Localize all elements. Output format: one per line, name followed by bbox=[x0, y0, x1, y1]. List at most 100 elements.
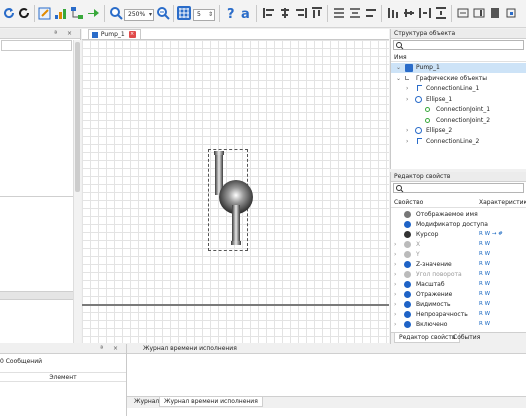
left-scrollbar[interactable] bbox=[73, 40, 81, 343]
grid-icon[interactable] bbox=[177, 6, 191, 20]
property-row[interactable]: › Y R W bbox=[391, 250, 526, 259]
close-icon[interactable]: × bbox=[128, 31, 136, 38]
tab-pump[interactable]: Pump_1 × bbox=[88, 29, 141, 39]
toolbar-separator bbox=[34, 5, 35, 22]
align-middle-icon[interactable] bbox=[402, 6, 416, 20]
panel-controls[interactable]: ª × bbox=[54, 29, 76, 39]
zoom-select[interactable]: 250% ▾ bbox=[124, 9, 154, 21]
align-bottom-icon[interactable] bbox=[386, 6, 400, 20]
property-icon bbox=[404, 301, 411, 308]
editor-canvas-area: Pump_1 × bbox=[82, 29, 389, 343]
zoom-out-icon[interactable] bbox=[156, 6, 170, 20]
tree-item[interactable]: › ConnectionLine_2 bbox=[391, 137, 526, 147]
align-right-icon[interactable] bbox=[294, 6, 308, 20]
zoom-in-icon[interactable] bbox=[109, 6, 123, 20]
tree-item[interactable]: ⌄ Pump_1 bbox=[391, 63, 526, 73]
property-search-input[interactable] bbox=[393, 183, 524, 193]
main-toolbar: 250% ▾ 5 ⇕ ? a bbox=[0, 0, 526, 28]
grid-size-select[interactable]: 5 ⇕ bbox=[193, 9, 215, 21]
network-icon[interactable] bbox=[70, 6, 84, 20]
design-grid[interactable] bbox=[82, 39, 389, 343]
property-row[interactable]: › Z-значение R W bbox=[391, 260, 526, 269]
property-row[interactable]: › Непрозрачность R W bbox=[391, 310, 526, 319]
chevron-right-icon[interactable]: › bbox=[406, 95, 408, 105]
property-row[interactable]: › Масштаб R W bbox=[391, 280, 526, 289]
property-row[interactable]: › X R W bbox=[391, 240, 526, 249]
chevron-right-icon[interactable]: › bbox=[394, 240, 396, 249]
tab-runtime-log[interactable]: Журнал времени исполнения bbox=[159, 397, 263, 407]
size-icon-2[interactable] bbox=[472, 6, 486, 20]
messages-panel: ª × 0 Сообщений Элемент bbox=[0, 344, 127, 416]
chevron-right-icon[interactable]: › bbox=[394, 310, 396, 319]
tree-item[interactable]: ConnectionJoint_1 bbox=[391, 105, 526, 115]
align-top-icon[interactable] bbox=[310, 6, 324, 20]
tree-item[interactable]: › Ellipse_2 bbox=[391, 126, 526, 136]
stepper-icon: ⇕ bbox=[207, 11, 213, 18]
toolbar-separator bbox=[451, 5, 452, 22]
left-search[interactable] bbox=[1, 40, 72, 51]
runtime-log-header: Журнал времени исполнения bbox=[127, 344, 526, 354]
group-icon[interactable] bbox=[504, 6, 518, 20]
space-h-icon[interactable] bbox=[418, 6, 432, 20]
space-v-icon[interactable] bbox=[434, 6, 448, 20]
toolbar-separator bbox=[381, 5, 382, 22]
column-property: Свойство bbox=[394, 199, 424, 206]
property-icon bbox=[404, 221, 411, 228]
save-icon[interactable] bbox=[17, 6, 31, 20]
panel-controls[interactable]: ª × bbox=[100, 344, 122, 354]
distribute-v-icon[interactable] bbox=[348, 6, 362, 20]
chevron-down-icon[interactable]: ⌄ bbox=[396, 63, 401, 73]
property-row[interactable]: Курсор R W → # bbox=[391, 230, 526, 239]
property-name: X bbox=[416, 241, 421, 248]
layer-icon[interactable] bbox=[488, 6, 502, 20]
property-name: Курсор bbox=[416, 231, 439, 238]
chevron-right-icon[interactable]: › bbox=[394, 270, 396, 279]
tab-file-icon bbox=[92, 31, 98, 38]
chevron-right-icon[interactable]: › bbox=[406, 126, 408, 136]
property-characteristics: R W bbox=[479, 291, 491, 297]
chevron-right-icon[interactable]: › bbox=[394, 260, 396, 269]
tree-item[interactable]: ⌄ Графические объекты bbox=[391, 74, 526, 84]
chevron-right-icon[interactable]: › bbox=[406, 84, 408, 94]
property-row[interactable]: Отображаемое имя bbox=[391, 210, 526, 219]
property-row[interactable]: › Видимость R W bbox=[391, 300, 526, 309]
tree-item[interactable]: ConnectionJoint_2 bbox=[391, 116, 526, 126]
pump-graphic[interactable] bbox=[206, 145, 266, 255]
chevron-down-icon[interactable]: ⌄ bbox=[396, 74, 401, 84]
property-row[interactable]: › Включено R W bbox=[391, 320, 526, 329]
edit-icon[interactable] bbox=[38, 6, 52, 20]
chevron-right-icon[interactable]: › bbox=[394, 250, 396, 259]
chevron-right-icon[interactable]: › bbox=[406, 137, 408, 147]
chevron-right-icon[interactable]: › bbox=[394, 290, 396, 299]
messages-count-label: 0 Сообщений bbox=[0, 358, 43, 365]
property-row[interactable]: Модификатор доступа bbox=[391, 220, 526, 229]
tab-label: Pump_1 bbox=[100, 31, 125, 38]
run-icon[interactable] bbox=[86, 6, 100, 20]
refresh-icon[interactable] bbox=[2, 6, 16, 20]
tab-events[interactable]: События bbox=[449, 333, 484, 343]
chevron-right-icon[interactable]: › bbox=[394, 280, 396, 289]
property-name: Z-значение bbox=[416, 261, 452, 268]
property-row[interactable]: › Угол поворота R W bbox=[391, 270, 526, 279]
distribute-h-icon[interactable] bbox=[332, 6, 346, 20]
property-column-header: Свойство Характеристики bbox=[391, 198, 526, 208]
size-icon[interactable] bbox=[456, 6, 470, 20]
chart-icon[interactable] bbox=[54, 6, 68, 20]
property-characteristics: R W bbox=[479, 321, 491, 327]
tree-item[interactable]: › Ellipse_1 bbox=[391, 95, 526, 105]
property-row[interactable]: › Отражение R W bbox=[391, 290, 526, 299]
tree-item[interactable]: › ConnectionLine_1 bbox=[391, 84, 526, 94]
tree-item-label: ConnectionJoint_1 bbox=[436, 106, 491, 113]
chevron-right-icon[interactable]: › bbox=[394, 320, 396, 329]
align-left-icon[interactable] bbox=[262, 6, 276, 20]
property-icon bbox=[404, 231, 411, 238]
search-icon bbox=[396, 42, 404, 50]
structure-search-input[interactable] bbox=[393, 40, 524, 50]
help-icon[interactable]: ? bbox=[224, 6, 238, 22]
same-width-icon[interactable] bbox=[364, 6, 378, 20]
chevron-right-icon[interactable]: › bbox=[394, 300, 396, 309]
left-scroll-thumb[interactable] bbox=[75, 42, 80, 192]
canvas-horizontal-line[interactable] bbox=[82, 304, 389, 306]
text-icon[interactable]: a bbox=[239, 6, 253, 22]
align-center-icon[interactable] bbox=[278, 6, 292, 20]
